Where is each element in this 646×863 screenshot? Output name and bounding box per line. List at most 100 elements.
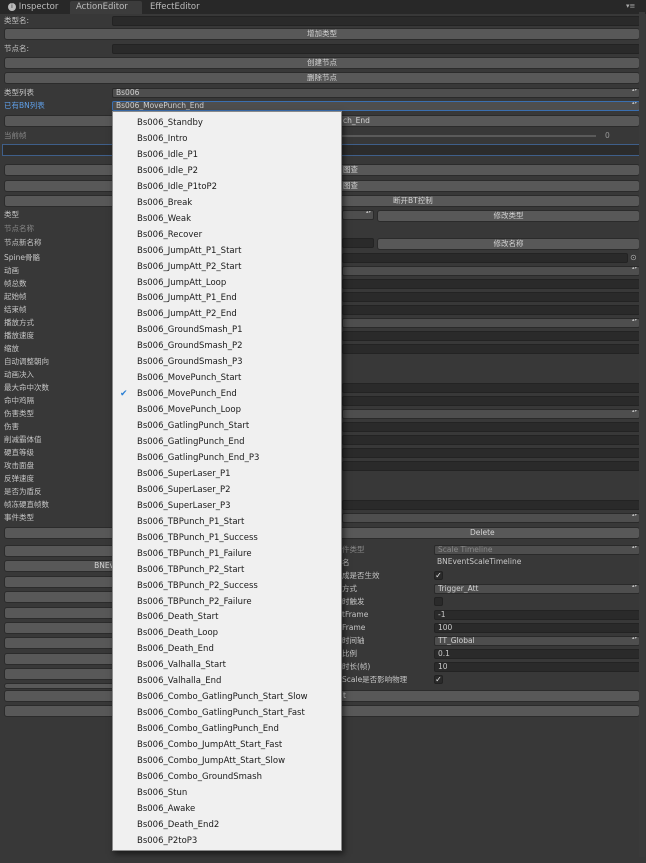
dropdown-option[interactable]: Bs006_Stun <box>113 785 341 801</box>
dropdown-option[interactable]: Bs006_TBPunch_P1_Start <box>113 514 341 530</box>
class-name-input[interactable] <box>112 16 640 26</box>
start-frame-field[interactable] <box>342 292 640 302</box>
timeline-select[interactable]: TT_Global <box>434 636 640 646</box>
frame-slider-track[interactable] <box>342 135 596 137</box>
dropdown-option-label: Bs006_Death_End <box>137 644 214 655</box>
dropdown-option[interactable]: Bs006_GatlingPunch_End <box>113 434 341 450</box>
start-frame-input[interactable]: -1 <box>434 610 640 620</box>
dropdown-option[interactable]: Bs006_Break <box>113 195 341 211</box>
dropdown-option[interactable]: Bs006_JumpAtt_P2_End <box>113 306 341 322</box>
dropdown-option[interactable]: Bs006_Idle_P2 <box>113 163 341 179</box>
dropdown-option[interactable]: Bs006_Death_End2 <box>113 817 341 833</box>
dropdown-option-label: Bs006_GroundSmash_P1 <box>137 325 243 336</box>
dropdown-option[interactable]: Bs006_Idle_P1toP2 <box>113 179 341 195</box>
event-type-value[interactable]: Scale Timeline <box>434 545 640 555</box>
dropdown-option[interactable]: Bs006_Death_Loop <box>113 625 341 641</box>
dropdown-option[interactable]: Bs006_Combo_JumpAtt_Start_Slow <box>113 753 341 769</box>
property-label: 类型 <box>4 210 19 219</box>
property-label: 节点名称 <box>4 224 34 233</box>
dropdown-option[interactable]: Bs006_JumpAtt_Loop <box>113 275 341 291</box>
create-node-button[interactable]: 创建节点 <box>4 57 640 69</box>
dropdown-option[interactable]: Bs006_Combo_GatlingPunch_Start_Slow <box>113 689 341 705</box>
damage-type-select[interactable] <box>342 409 640 419</box>
dropdown-option[interactable]: Bs006_Valhalla_End <box>113 673 341 689</box>
dropdown-option[interactable]: Bs006_Combo_GatlingPunch_End <box>113 721 341 737</box>
dropdown-option[interactable]: Bs006_GroundSmash_P2 <box>113 338 341 354</box>
object-picker-icon[interactable]: ⊙ <box>630 253 637 262</box>
animation-select[interactable] <box>342 266 640 276</box>
dropdown-option[interactable]: Bs006_TBPunch_P1_Success <box>113 530 341 546</box>
dropdown-option[interactable]: Bs006_Combo_JumpAtt_Start_Fast <box>113 737 341 753</box>
tab-effect-editor[interactable]: EffectEditor <box>144 1 206 14</box>
max-hit-field[interactable] <box>342 383 640 393</box>
dropdown-option[interactable]: Bs006_P2toP3 <box>113 833 341 849</box>
dropdown-option[interactable]: Bs006_Idle_P1 <box>113 147 341 163</box>
dropdown-option[interactable]: Bs006_Death_End <box>113 641 341 657</box>
dropdown-option-label: Bs006_Idle_P1toP2 <box>137 181 218 192</box>
dropdown-option[interactable]: Bs006_Weak <box>113 211 341 227</box>
dropdown-option[interactable]: Bs006_Combo_GatlingPunch_Start_Fast <box>113 705 341 721</box>
dropdown-option[interactable]: Bs006_GroundSmash_P3 <box>113 354 341 370</box>
play-mode-select[interactable] <box>342 318 640 328</box>
modify-type-button[interactable]: 修改类型 <box>377 210 640 222</box>
dropdown-option[interactable]: Bs006_MovePunch_Start <box>113 370 341 386</box>
event-mode-select[interactable]: Trigger_Att <box>434 584 640 594</box>
scale-field[interactable] <box>342 344 640 354</box>
dropdown-option[interactable]: Bs006_Valhalla_Start <box>113 657 341 673</box>
physics-label: Scale是否影响物理 <box>342 675 408 684</box>
dropdown-option[interactable]: Bs006_TBPunch_P2_Success <box>113 578 341 594</box>
event-enabled-checkbox[interactable]: ✓ <box>434 571 443 580</box>
dropdown-option-label: Bs006_SuperLaser_P2 <box>137 484 231 495</box>
node-name-input[interactable] <box>112 44 640 54</box>
scrollbar[interactable] <box>639 12 645 857</box>
tab-inspector[interactable]: i Inspector <box>2 1 64 14</box>
duration-input[interactable]: 10 <box>434 662 640 672</box>
event-type-select[interactable] <box>342 513 640 523</box>
attack-plate-field[interactable] <box>342 461 640 471</box>
dropdown-option[interactable]: Bs006_JumpAtt_P1_Start <box>113 243 341 259</box>
tab-action-editor[interactable]: ActionEditor <box>70 1 142 14</box>
dropdown-option[interactable]: Bs006_GatlingPunch_Start <box>113 418 341 434</box>
frame-count-field[interactable] <box>342 279 640 289</box>
end-frame-field[interactable] <box>342 305 640 315</box>
dropdown-option[interactable]: Bs006_SuperLaser_P1 <box>113 466 341 482</box>
dropdown-option[interactable]: Bs006_TBPunch_P2_Failure <box>113 594 341 610</box>
type-list-label: 类型列表 <box>4 88 34 97</box>
delete-node-button[interactable]: 删除节点 <box>4 72 640 84</box>
play-speed-field[interactable] <box>342 331 640 341</box>
dropdown-option[interactable]: Bs006_Death_Start <box>113 609 341 625</box>
physics-checkbox[interactable]: ✓ <box>434 675 443 684</box>
window-menu-icon[interactable]: ▾≡ <box>626 2 635 10</box>
spine-skeleton-field[interactable] <box>342 253 628 263</box>
dropdown-option[interactable]: Bs006_Combo_GroundSmash <box>113 769 341 785</box>
dropdown-option[interactable]: Bs006_GroundSmash_P1 <box>113 322 341 338</box>
hit-interval-field[interactable] <box>342 396 640 406</box>
bn-list-select[interactable]: Bs006_MovePunch_End <box>112 101 640 111</box>
dropdown-option[interactable]: Bs006_SuperLaser_P3 <box>113 498 341 514</box>
new-name-input[interactable] <box>342 238 374 248</box>
dropdown-option[interactable]: Bs006_Recover <box>113 227 341 243</box>
event-trigger-checkbox[interactable] <box>434 597 443 606</box>
damage-field[interactable] <box>342 422 640 432</box>
super-armor-field[interactable] <box>342 435 640 445</box>
dropdown-option[interactable]: Bs006_SuperLaser_P2 <box>113 482 341 498</box>
type-list-select[interactable]: Bs006 <box>112 88 640 98</box>
add-type-button[interactable]: 增加类型 <box>4 28 640 40</box>
dropdown-option[interactable]: Bs006_GatlingPunch_End_P3 <box>113 450 341 466</box>
dropdown-option[interactable]: ✔ Bs006_MovePunch_End <box>113 386 341 402</box>
dropdown-option[interactable]: Bs006_JumpAtt_P1_End <box>113 290 341 306</box>
dropdown-option[interactable]: Bs006_TBPunch_P1_Failure <box>113 546 341 562</box>
stagger-level-field[interactable] <box>342 448 640 458</box>
end-frame-input[interactable]: 100 <box>434 623 640 633</box>
dropdown-option[interactable]: Bs006_MovePunch_Loop <box>113 402 341 418</box>
hitstop-frames-field[interactable] <box>342 500 640 510</box>
dropdown-option[interactable]: Bs006_JumpAtt_P2_Start <box>113 259 341 275</box>
dropdown-option[interactable]: Bs006_Awake <box>113 801 341 817</box>
dropdown-option[interactable]: Bs006_Intro <box>113 131 341 147</box>
event-name-value[interactable]: BNEventScaleTimeline <box>434 558 640 568</box>
modify-name-button[interactable]: 修改名称 <box>377 238 640 250</box>
dropdown-option[interactable]: Bs006_TBPunch_P2_Start <box>113 562 341 578</box>
type-select[interactable] <box>342 210 374 220</box>
dropdown-option[interactable]: Bs006_Standby <box>113 115 341 131</box>
ratio-input[interactable]: 0.1 <box>434 649 640 659</box>
